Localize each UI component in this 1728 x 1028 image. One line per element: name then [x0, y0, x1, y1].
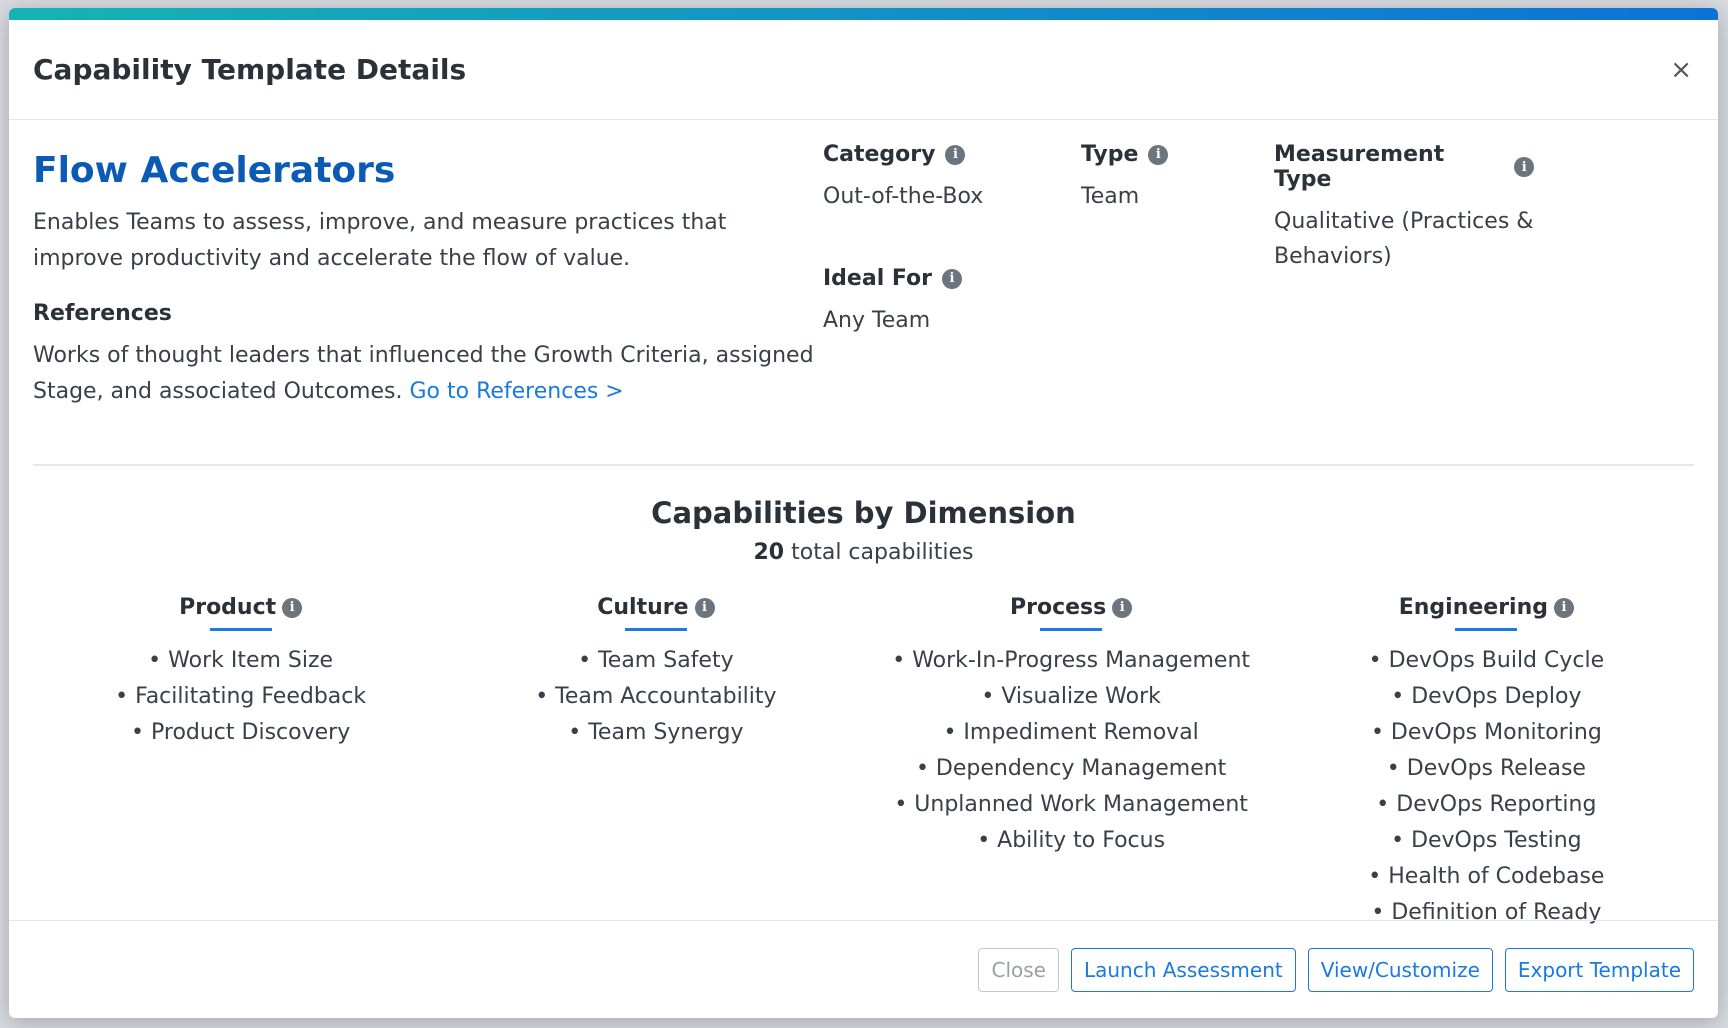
capability-list: • DevOps Build Cycle • DevOps Deploy • D… — [1279, 643, 1694, 931]
list-item: • Unplanned Work Management — [894, 792, 1248, 817]
list-item: • DevOps Monitoring — [1370, 720, 1602, 745]
meta-category-value: Out-of-the-Box — [823, 184, 984, 209]
meta-category: Category i Out-of-the-Box — [823, 142, 1073, 214]
info-icon[interactable]: i — [1112, 597, 1133, 618]
total-label: total capabilities — [791, 540, 974, 565]
dimension-process: Process i • Work-In-Progress Management •… — [864, 595, 1279, 931]
close-icon[interactable]: × — [1670, 57, 1692, 83]
dimension-underline — [1455, 628, 1518, 631]
meta-ideal-for: Ideal For i Any Team — [823, 266, 1073, 338]
meta-type-value: Team — [1081, 184, 1140, 209]
list-item: • DevOps Release — [1386, 756, 1586, 781]
info-icon[interactable]: i — [282, 597, 303, 618]
close-button[interactable]: Close — [978, 947, 1059, 992]
info-icon[interactable]: i — [1554, 597, 1575, 618]
references-heading: References — [33, 301, 172, 326]
modal-header: Capability Template Details × — [9, 20, 1718, 120]
launch-assessment-button[interactable]: Launch Assessment — [1070, 947, 1296, 992]
list-item: • Product Discovery — [131, 720, 351, 745]
dimension-name: Process — [1010, 595, 1107, 620]
dimension-name: Product — [179, 595, 277, 620]
dimension-name: Culture — [597, 595, 689, 620]
meta-measurement-type: Measurement Type i Qualitative (Practices… — [1274, 142, 1534, 274]
dimension-underline — [209, 628, 272, 631]
modal-footer: Close Launch Assessment View/Customize E… — [9, 920, 1718, 1018]
list-item: • Team Synergy — [568, 720, 744, 745]
list-item: • Team Accountability — [535, 684, 777, 709]
info-icon[interactable]: i — [942, 268, 963, 289]
modal-title: Capability Template Details — [33, 53, 467, 86]
modal-accent-bar — [9, 8, 1718, 20]
go-to-references-link[interactable]: Go to References > — [409, 379, 623, 404]
list-item: • Team Safety — [578, 648, 734, 673]
template-description: Enables Teams to assess, improve, and me… — [33, 210, 727, 271]
meta-type: Type i Team — [1081, 142, 1261, 214]
info-icon[interactable]: i — [945, 144, 966, 165]
list-item: • Dependency Management — [915, 756, 1227, 781]
meta-ideal-for-label: Ideal For — [823, 266, 933, 291]
list-item: • Facilitating Feedback — [115, 684, 367, 709]
meta-measurement-type-label: Measurement Type — [1274, 142, 1445, 192]
capability-list: • Work-In-Progress Management • Visualiz… — [864, 643, 1279, 859]
list-item: • DevOps Reporting — [1376, 792, 1597, 817]
dimensions-total: 20 total capabilities — [33, 540, 1694, 565]
dimension-culture: Culture i • Team Safety • Team Accountabi… — [448, 595, 863, 931]
modal-body: Flow Accelerators Enables Teams to asses… — [9, 120, 1718, 931]
dimensions-title: Capabilities by Dimension — [651, 496, 1076, 530]
list-item: • DevOps Testing — [1391, 828, 1582, 853]
dimension-underline — [624, 628, 687, 631]
info-icon[interactable]: i — [694, 597, 715, 618]
dimension-name: Engineering — [1398, 595, 1549, 620]
template-meta: Category i Out-of-the-Box Type i Team Meas… — [823, 142, 1694, 442]
info-icon[interactable]: i — [1148, 144, 1169, 165]
dimension-engineering: Engineering i • DevOps Build Cycle • DevO… — [1279, 595, 1694, 931]
template-info: Flow Accelerators Enables Teams to asses… — [33, 142, 823, 442]
list-item: • Impediment Removal — [943, 720, 1199, 745]
dimension-product: Product i • Work Item Size • Facilitating… — [33, 595, 448, 931]
list-item: • Visualize Work — [981, 684, 1161, 709]
section-divider — [33, 464, 1694, 466]
view-customize-button[interactable]: View/Customize — [1307, 947, 1493, 992]
list-item: • Work-In-Progress Management — [892, 648, 1251, 673]
dimension-underline — [1040, 628, 1103, 631]
capability-list: • Team Safety • Team Accountability • Te… — [448, 643, 863, 751]
template-name: Flow Accelerators — [33, 150, 396, 191]
capability-list: • Work Item Size • Facilitating Feedback… — [33, 643, 448, 751]
list-item: • DevOps Deploy — [1391, 684, 1582, 709]
meta-measurement-type-value: Qualitative (Practices & Behaviors) — [1274, 209, 1534, 269]
list-item: • Health of Codebase — [1368, 864, 1605, 889]
info-icon[interactable]: i — [1514, 157, 1534, 177]
export-template-button[interactable]: Export Template — [1504, 947, 1694, 992]
meta-category-label: Category — [823, 142, 936, 167]
meta-ideal-for-value: Any Team — [823, 308, 931, 333]
total-count: 20 — [753, 540, 785, 565]
meta-type-label: Type — [1081, 142, 1139, 167]
template-overview: Flow Accelerators Enables Teams to asses… — [33, 142, 1694, 442]
references-text: Works of thought leaders that influenced… — [33, 338, 823, 410]
dimensions-grid: Product i • Work Item Size • Facilitating… — [33, 595, 1694, 931]
capability-template-modal: Capability Template Details × Flow Accel… — [9, 8, 1718, 1018]
list-item: • Ability to Focus — [977, 828, 1166, 853]
list-item: • Work Item Size — [148, 648, 334, 673]
list-item: • DevOps Build Cycle — [1368, 648, 1605, 673]
